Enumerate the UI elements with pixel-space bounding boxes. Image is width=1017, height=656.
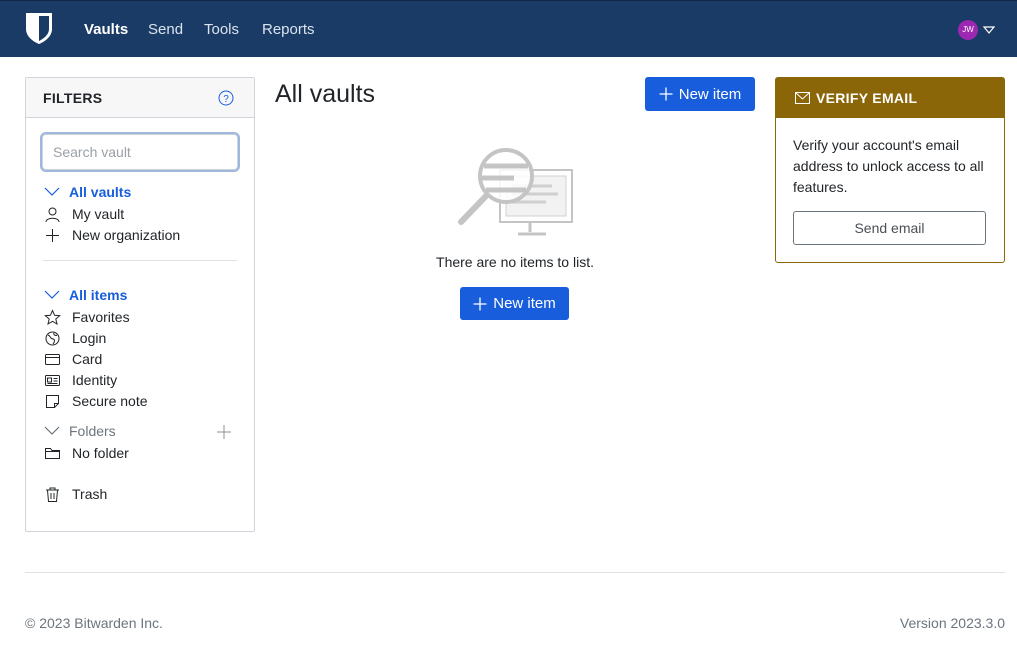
all-vaults-label: All vaults: [69, 184, 132, 200]
footer-divider: [25, 572, 1005, 573]
verify-email-header: VERIFY EMAIL: [776, 78, 1004, 118]
trash-label: Trash: [72, 486, 108, 502]
trash-icon: [46, 487, 59, 502]
plus-icon: [473, 297, 487, 310]
credit-card-icon: [45, 353, 60, 365]
send-email-button[interactable]: Send email: [793, 211, 986, 245]
caret-down-icon[interactable]: [983, 26, 995, 34]
all-vaults-toggle[interactable]: All vaults: [44, 182, 131, 202]
type-item-secure-note[interactable]: Secure note: [44, 391, 148, 411]
folders-toggle[interactable]: Folders: [44, 421, 116, 441]
filters-header: FILTERS ?: [26, 78, 254, 118]
empty-state-message: There are no items to list.: [436, 254, 594, 270]
add-folder-icon[interactable]: [216, 424, 232, 440]
type-item-label: Login: [72, 330, 107, 346]
globe-icon: [45, 331, 60, 345]
verify-email-card: VERIFY EMAIL Verify your account's email…: [775, 77, 1005, 263]
search-monitor-illustration-icon: [458, 148, 573, 236]
verify-email-title: VERIFY EMAIL: [816, 90, 918, 106]
divider: [43, 260, 237, 261]
star-icon: [44, 308, 61, 325]
version-text: Version 2023.3.0: [899, 615, 1005, 631]
vault-item-label: My vault: [72, 206, 125, 222]
type-item-label: Favorites: [72, 309, 130, 325]
vault-item-label: New organization: [72, 227, 181, 243]
chevron-down-icon: [44, 290, 60, 299]
type-item-card[interactable]: Card: [44, 349, 102, 369]
plus-icon: [659, 87, 673, 101]
new-item-label: New item: [493, 295, 556, 312]
nav-send[interactable]: Send: [148, 21, 183, 38]
trash-item[interactable]: Trash: [44, 484, 107, 504]
filters-panel: FILTERS ? All vaults My vault New organi…: [25, 77, 255, 532]
id-card-icon: [45, 374, 60, 386]
all-items-toggle[interactable]: All items: [44, 285, 127, 305]
envelope-icon: [795, 92, 810, 104]
type-item-label: Card: [72, 351, 103, 367]
user-icon: [45, 207, 60, 222]
folder-icon: [45, 447, 60, 459]
avatar[interactable]: JW: [958, 20, 978, 40]
copyright-text: © 2023 Bitwarden Inc.: [25, 615, 163, 631]
verify-email-message: Verify your account's email address to u…: [793, 137, 984, 195]
nav-vaults[interactable]: Vaults: [84, 21, 128, 38]
type-item-label: Secure note: [72, 393, 148, 409]
new-item-button[interactable]: New item: [645, 77, 755, 111]
vault-item-my-vault[interactable]: My vault: [44, 204, 124, 224]
search-vault-input[interactable]: [42, 134, 238, 170]
chevron-down-icon: [44, 426, 60, 435]
type-item-identity[interactable]: Identity: [44, 370, 117, 390]
vault-item-new-organization[interactable]: New organization: [44, 225, 180, 245]
bitwarden-shield-logo[interactable]: [25, 12, 53, 45]
all-items-label: All items: [69, 287, 128, 303]
top-navbar: Vaults Send Tools Reports JW: [0, 0, 1017, 57]
nav-reports[interactable]: Reports: [262, 21, 315, 38]
folders-label: Folders: [69, 423, 116, 439]
help-icon[interactable]: ?: [218, 90, 234, 106]
chevron-down-icon: [44, 187, 60, 196]
plus-icon: [46, 228, 59, 242]
type-item-label: Identity: [72, 372, 118, 388]
nav-tools[interactable]: Tools: [204, 21, 239, 38]
type-item-login[interactable]: Login: [44, 328, 106, 348]
new-item-button-empty-state[interactable]: New item: [460, 287, 569, 320]
folder-item-label: No folder: [72, 445, 129, 461]
new-item-label: New item: [678, 85, 742, 103]
svg-text:?: ?: [223, 94, 229, 105]
page-title: All vaults: [275, 80, 376, 108]
sticky-note-icon: [46, 394, 59, 408]
folder-item-no-folder[interactable]: No folder: [44, 443, 129, 463]
filters-title: FILTERS: [43, 90, 103, 106]
type-item-favorites[interactable]: Favorites: [44, 307, 130, 327]
